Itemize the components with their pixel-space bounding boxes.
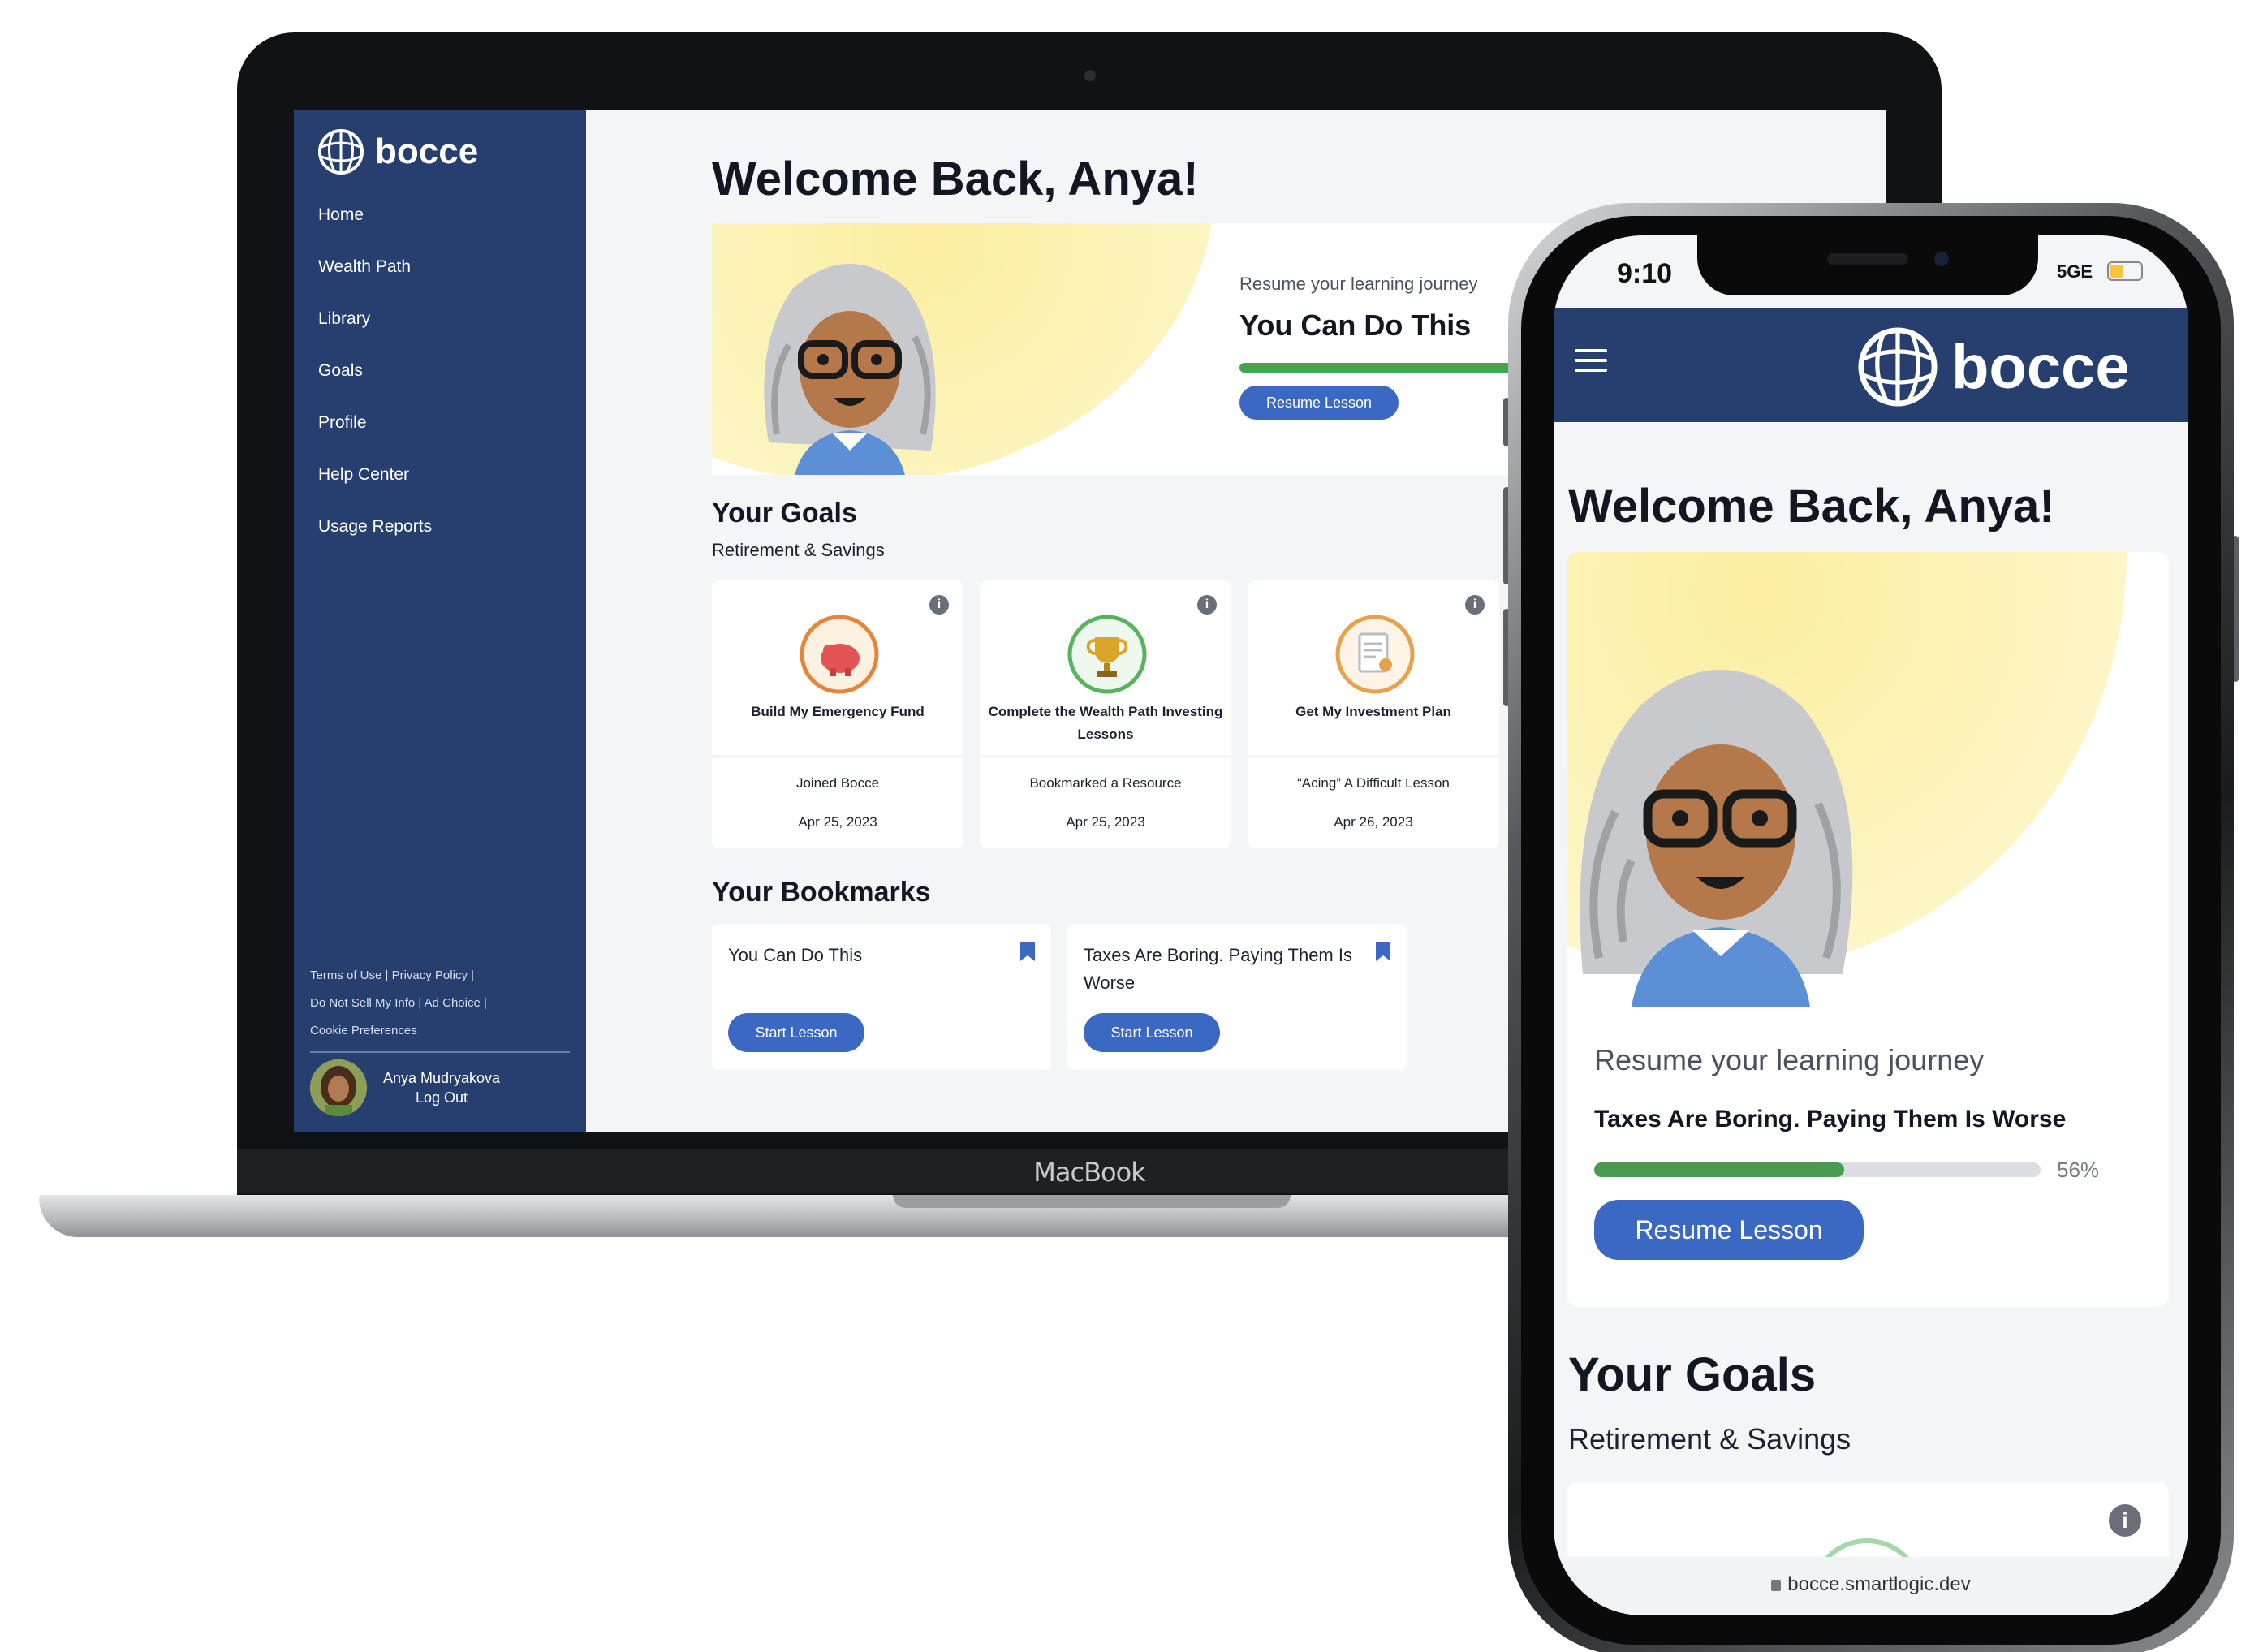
legal-line-3[interactable]: Cookie Preferences bbox=[310, 1017, 570, 1045]
mobile-goals-title: Your Goals bbox=[1568, 1348, 1817, 1401]
user-name: Anya Mudryakova bbox=[383, 1070, 501, 1086]
goal-name: Build My Emergency Fund bbox=[751, 704, 925, 719]
goal-card[interactable]: i Get My Investment Plan “Acing” A Diffi… bbox=[1248, 580, 1499, 848]
bookmark-icon[interactable] bbox=[1020, 942, 1035, 961]
browser-url-bar[interactable]: bocce.smartlogic.dev bbox=[1554, 1557, 2188, 1615]
goal-divider bbox=[712, 755, 963, 758]
sidebar-logo-text: bocce bbox=[375, 132, 479, 171]
goal-date: Apr 25, 2023 bbox=[1066, 814, 1145, 830]
resume-lesson-title: You Can Do This bbox=[1239, 308, 1472, 342]
bookmarks-section-title: Your Bookmarks bbox=[712, 877, 931, 908]
goal-card[interactable]: i Build My Emergency Fund Joined Bocce A… bbox=[712, 580, 963, 848]
sidebar-divider bbox=[310, 1051, 570, 1053]
goals-section-subtitle: Retirement & Savings bbox=[712, 540, 885, 560]
mobile-resume-card: Resume your learning journey Taxes Are B… bbox=[1567, 552, 2169, 1307]
sidebar-user: Anya Mudryakova Log Out bbox=[310, 1059, 500, 1116]
sidebar-user-info: Anya Mudryakova Log Out bbox=[383, 1068, 500, 1107]
goal-card[interactable]: i Complete the Wealth Path Investing Les… bbox=[980, 580, 1231, 848]
phone-front-camera bbox=[1934, 252, 1949, 266]
battery-icon bbox=[2107, 261, 2143, 281]
lock-icon bbox=[1771, 1579, 1782, 1591]
resume-lesson-button[interactable]: Resume Lesson bbox=[1239, 386, 1399, 420]
phone-notch bbox=[1697, 235, 2038, 295]
mobile-logo-text: bocce bbox=[1951, 332, 2130, 402]
info-icon[interactable]: i bbox=[2109, 1504, 2141, 1537]
mobile-progress-percent: 56% bbox=[2057, 1158, 2100, 1182]
sidebar-item-wealth-path[interactable]: Wealth Path bbox=[318, 255, 432, 307]
character-illustration bbox=[764, 264, 936, 475]
sidebar: bocce Home Wealth Path Library Goals Pro… bbox=[294, 110, 586, 1132]
goal-date: Apr 26, 2023 bbox=[1334, 814, 1413, 830]
bookmark-icon[interactable] bbox=[1376, 942, 1390, 961]
goal-achievement: Bookmarked a Resource bbox=[1029, 775, 1182, 791]
page-title: Welcome Back, Anya! bbox=[712, 153, 1199, 205]
mobile-goals-subtitle: Retirement & Savings bbox=[1568, 1422, 1851, 1456]
info-icon[interactable]: i bbox=[1465, 595, 1485, 615]
bocce-globe-icon bbox=[1858, 327, 1938, 407]
resume-subtitle: Resume your learning journey bbox=[1239, 274, 1478, 294]
legal-line-2[interactable]: Do Not Sell My Info | Ad Choice | bbox=[310, 990, 570, 1017]
hamburger-menu-icon[interactable] bbox=[1575, 349, 1607, 372]
start-lesson-button[interactable]: Start Lesson bbox=[728, 1013, 864, 1052]
goal-date: Apr 25, 2023 bbox=[798, 814, 877, 830]
goal-achievement: “Acing” A Difficult Lesson bbox=[1297, 775, 1450, 791]
goal-divider bbox=[980, 755, 1231, 758]
info-icon[interactable]: i bbox=[929, 595, 949, 615]
phone-screen: 9:10 5GE bocce Welcome Back, Anya! Resum… bbox=[1554, 235, 2188, 1615]
goal-divider bbox=[1248, 755, 1499, 758]
sidebar-logo[interactable]: bocce bbox=[317, 127, 478, 176]
laptop-camera bbox=[1084, 70, 1096, 81]
sidebar-item-usage-reports[interactable]: Usage Reports bbox=[318, 515, 432, 567]
url-text-container: bocce.smartlogic.dev bbox=[1554, 1573, 2188, 1596]
info-icon[interactable]: i bbox=[1197, 595, 1217, 615]
document-icon bbox=[1335, 615, 1415, 694]
start-lesson-button[interactable]: Start Lesson bbox=[1084, 1013, 1220, 1052]
avatar[interactable] bbox=[310, 1059, 367, 1116]
url-text: bocce.smartlogic.dev bbox=[1787, 1573, 1971, 1595]
product-mockup: bocce Home Wealth Path Library Goals Pro… bbox=[0, 0, 2263, 1652]
sidebar-item-profile[interactable]: Profile bbox=[318, 411, 432, 463]
bookmark-card[interactable]: Taxes Are Boring. Paying Them Is Worse S… bbox=[1067, 924, 1407, 1070]
goal-name: Get My Investment Plan bbox=[1295, 704, 1451, 719]
laptop-base-notch bbox=[893, 1195, 1291, 1208]
sidebar-item-library[interactable]: Library bbox=[318, 307, 432, 359]
sidebar-nav: Home Wealth Path Library Goals Profile H… bbox=[318, 203, 432, 567]
mobile-resume-subtitle: Resume your learning journey bbox=[1594, 1043, 1985, 1076]
bookmark-card[interactable]: You Can Do This Start Lesson bbox=[712, 924, 1051, 1070]
mobile-progress-bar bbox=[1594, 1162, 2041, 1177]
character-illustration bbox=[1580, 670, 1853, 1007]
sidebar-item-help-center[interactable]: Help Center bbox=[318, 463, 432, 515]
logout-link[interactable]: Log Out bbox=[383, 1088, 500, 1107]
goal-name: Complete the Wealth Path Investing Lesso… bbox=[988, 704, 1223, 742]
goal-achievement: Joined Bocce bbox=[795, 775, 880, 791]
trophy-icon bbox=[1067, 615, 1147, 694]
bocce-globe-icon bbox=[318, 129, 364, 175]
mobile-resume-lesson-title: Taxes Are Boring. Paying Them Is Worse bbox=[1594, 1106, 2067, 1132]
piggy-bank-icon bbox=[800, 615, 879, 694]
legal-line-1[interactable]: Terms of Use | Privacy Policy | bbox=[310, 962, 570, 990]
status-time: 9:10 bbox=[1617, 258, 1673, 289]
mobile-progress-fill bbox=[1594, 1162, 1844, 1177]
mobile-page-title: Welcome Back, Anya! bbox=[1568, 480, 2055, 533]
phone-speaker bbox=[1827, 253, 1908, 265]
legal-links: Terms of Use | Privacy Policy | Do Not S… bbox=[310, 962, 570, 1045]
bookmark-title: Taxes Are Boring. Paying Them Is Worse bbox=[1084, 945, 1352, 993]
mobile-logo[interactable]: bocce bbox=[1856, 325, 2130, 409]
sidebar-item-goals[interactable]: Goals bbox=[318, 359, 432, 411]
status-network: 5GE bbox=[2057, 261, 2093, 282]
mobile-header: bocce bbox=[1554, 308, 2188, 422]
mobile-resume-lesson-button[interactable]: Resume Lesson bbox=[1594, 1200, 1864, 1260]
sidebar-item-home[interactable]: Home bbox=[318, 203, 432, 255]
bookmark-title: You Can Do This bbox=[728, 945, 863, 965]
goals-section-title: Your Goals bbox=[712, 498, 857, 528]
